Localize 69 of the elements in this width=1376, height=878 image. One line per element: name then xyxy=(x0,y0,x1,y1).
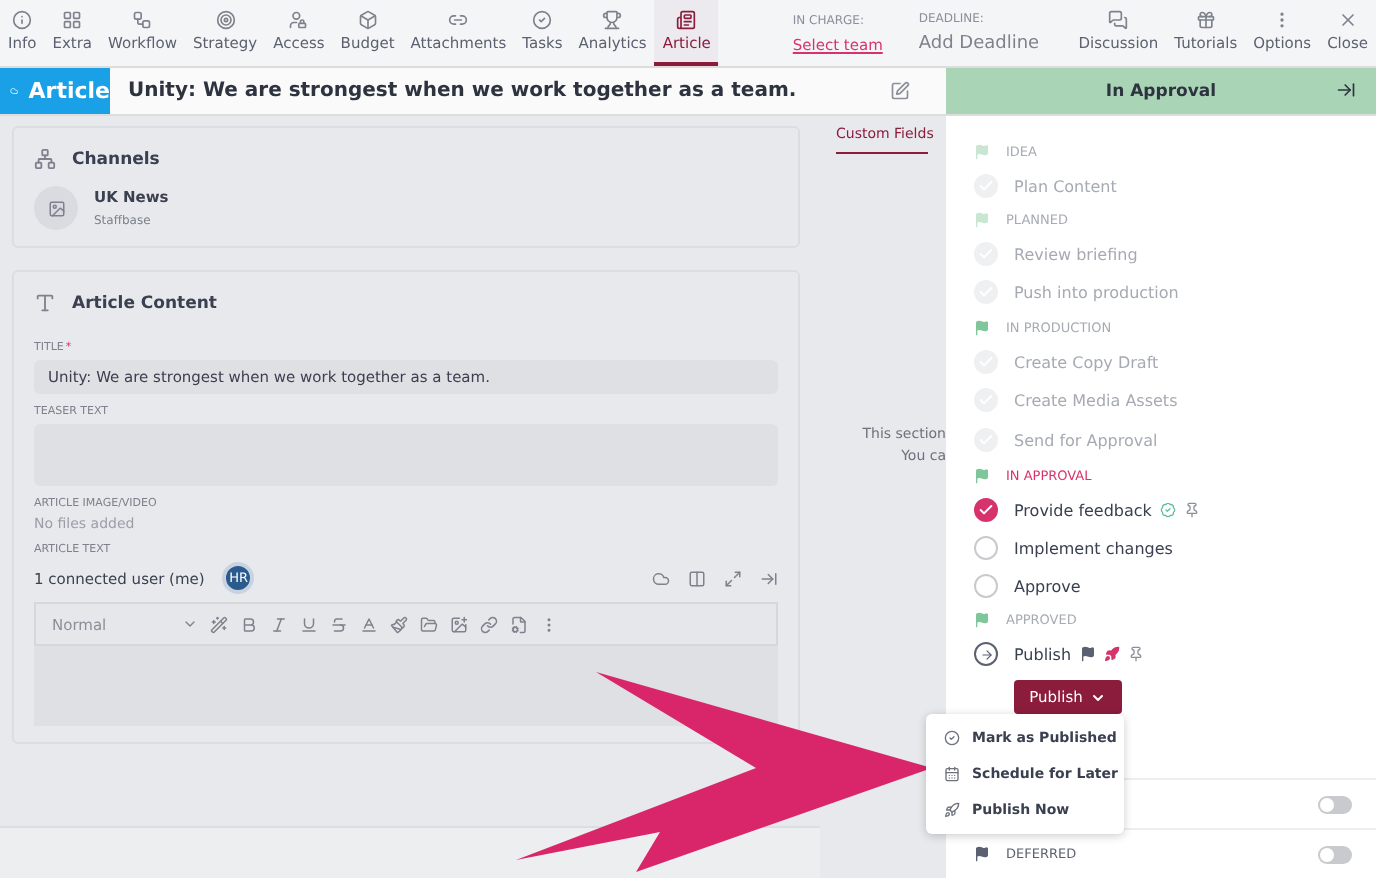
check-circle-icon xyxy=(532,10,553,30)
task-label: Publish xyxy=(1014,645,1072,663)
arrow-icon xyxy=(979,647,993,661)
channels-icon xyxy=(34,148,56,170)
status-title: In Approval xyxy=(1105,81,1217,101)
editor-area[interactable] xyxy=(34,646,778,726)
target-icon xyxy=(215,10,236,30)
newspaper-icon xyxy=(676,10,697,30)
deadline-field[interactable]: Add Deadline xyxy=(918,34,1040,54)
task-label: Create Media Assets xyxy=(1014,391,1178,409)
paint-icon xyxy=(390,615,408,633)
toggle-switch[interactable] xyxy=(1318,845,1352,863)
badge-label: Article xyxy=(28,78,110,104)
link-icon xyxy=(480,615,498,633)
task-label: Implement changes xyxy=(1014,539,1173,557)
strikethrough-icon xyxy=(330,615,348,633)
flag-icon xyxy=(1079,646,1096,662)
collapse-icon xyxy=(760,569,778,587)
toggle-switch[interactable] xyxy=(1318,795,1352,813)
image-add-icon xyxy=(450,615,468,633)
link-icon xyxy=(448,10,469,30)
user-lock-icon xyxy=(288,10,309,30)
image-icon xyxy=(47,199,65,217)
layout-icon xyxy=(688,569,706,587)
task-label: Create Copy Draft xyxy=(1014,353,1159,371)
pin-icon xyxy=(1127,646,1144,662)
folder-icon xyxy=(420,615,438,633)
task-checkbox[interactable] xyxy=(974,574,998,598)
trophy-icon xyxy=(602,10,623,30)
caret-icon xyxy=(1090,689,1107,705)
check-icon xyxy=(978,502,994,518)
task-checkbox[interactable] xyxy=(974,498,998,522)
close-icon xyxy=(1337,10,1358,30)
file-settings-icon xyxy=(510,615,528,633)
article-title: Unity: We are strongest when we work together as a team. xyxy=(126,78,799,106)
underline-icon xyxy=(300,615,318,633)
box-icon xyxy=(357,10,378,30)
rocket-icon xyxy=(944,802,960,818)
flag-icon xyxy=(974,846,990,862)
chat-icon xyxy=(10,82,19,100)
italic-icon xyxy=(270,615,288,633)
chat-icon xyxy=(1108,10,1129,30)
card-heading: Channels xyxy=(72,149,160,169)
task-label: Push into production xyxy=(1014,283,1179,301)
pin-icon xyxy=(1183,502,1200,518)
cloud-icon xyxy=(652,569,670,587)
workflow-icon xyxy=(132,10,153,30)
task-label: Approve xyxy=(1014,577,1081,595)
rocket-icon xyxy=(1103,646,1120,662)
grid-icon xyxy=(62,10,83,30)
gift-icon xyxy=(1195,10,1216,30)
calendar-icon xyxy=(944,766,960,782)
edit-icon xyxy=(890,80,910,102)
font-color-icon xyxy=(360,615,378,633)
text-icon xyxy=(34,292,56,314)
collapse-icon xyxy=(1336,80,1356,100)
task-label: Provide feedback xyxy=(1014,501,1152,519)
task-label: Send for Approval xyxy=(1014,431,1158,449)
verified-icon xyxy=(1159,502,1176,518)
bold-icon xyxy=(240,615,258,633)
task-label: Plan Content xyxy=(1014,177,1117,195)
caret-icon xyxy=(182,616,198,632)
expand-icon xyxy=(724,569,742,587)
task-label: Review briefing xyxy=(1014,245,1138,263)
info-icon xyxy=(12,10,33,30)
task-checkbox[interactable] xyxy=(974,536,998,560)
card-heading: Article Content xyxy=(72,293,217,313)
check-icon xyxy=(944,730,960,746)
wand-icon xyxy=(210,615,228,633)
